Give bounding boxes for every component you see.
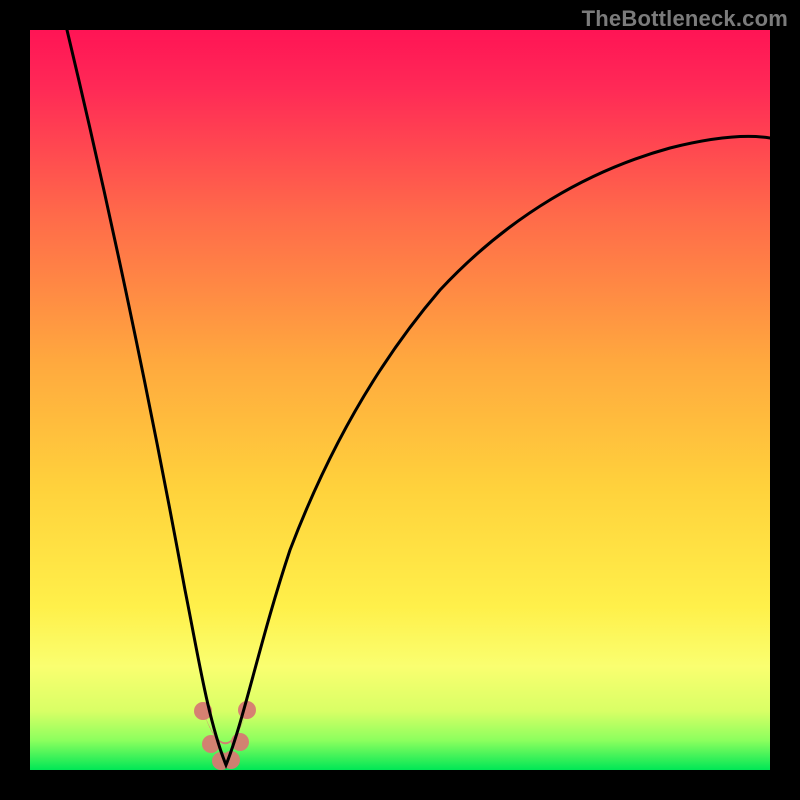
gradient-background — [30, 30, 770, 770]
chart-frame — [30, 30, 770, 770]
watermark-text: TheBottleneck.com — [582, 6, 788, 32]
bottleneck-plot — [30, 30, 770, 770]
